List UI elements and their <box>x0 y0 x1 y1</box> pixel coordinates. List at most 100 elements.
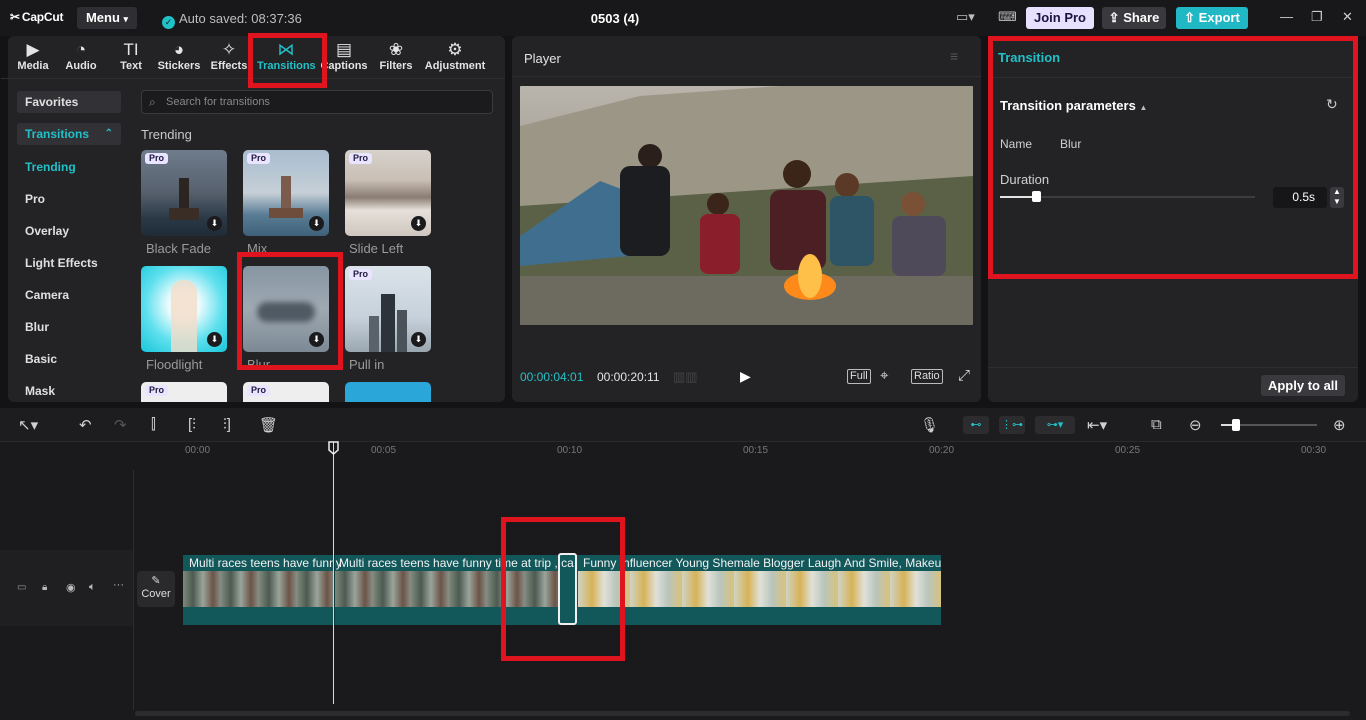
minimize-icon[interactable]: — <box>1280 9 1293 24</box>
lock-icon[interactable]: 🔒︎ <box>42 582 47 593</box>
current-timecode: 00:00:04:01 <box>520 370 584 384</box>
share-icon: ⇪ <box>1108 10 1120 25</box>
transition-thumb-partial[interactable]: Pro <box>141 382 227 402</box>
sidebar-item-label: Transitions <box>25 127 90 141</box>
transition-thumb-black-fade[interactable]: Pro ⬇ <box>141 150 227 236</box>
ruler-label: 00:00 <box>185 445 211 456</box>
transition-thumb-partial[interactable] <box>345 382 431 402</box>
captions-icon: ▤ <box>335 40 353 59</box>
download-icon[interactable]: ⬇ <box>207 332 222 347</box>
transition-thumb-pull-in[interactable]: Pro ⬇ <box>345 266 431 352</box>
sidebar-item-overlay[interactable]: Overlay <box>17 220 121 242</box>
sidebar-item-basic[interactable]: Basic <box>17 348 121 370</box>
timeline-ruler[interactable]: 00:00 00:05 00:10 00:15 00:20 00:25 00:3… <box>0 442 1366 458</box>
tab-label: Filters <box>379 60 413 72</box>
tab-adjustment[interactable]: ⚙ Adjustment <box>424 40 486 72</box>
eye-icon[interactable]: ◉ <box>66 581 76 594</box>
share-button[interactable]: ⇪ Share <box>1102 7 1166 29</box>
split-icon[interactable]: ⫿ <box>151 416 156 433</box>
picture-in-picture-icon[interactable]: ⧉ <box>1151 416 1162 433</box>
tab-stickers[interactable]: ◕ Stickers <box>155 40 203 72</box>
ruler-label: 00:25 <box>1115 445 1141 456</box>
player-title: Player <box>524 51 561 66</box>
menu-button[interactable]: Menu ▾ <box>77 7 137 29</box>
pro-badge: Pro <box>247 153 271 164</box>
chevron-up-icon: ⌃ <box>104 128 113 139</box>
sidebar-item-mask[interactable]: Mask <box>17 380 121 402</box>
speaker-icon[interactable]: 🔈︎ <box>89 581 96 594</box>
full-button[interactable]: Full <box>847 369 871 384</box>
media-icon: ▶ <box>26 40 40 59</box>
tab-text[interactable]: TI Text <box>107 40 155 72</box>
cover-button[interactable]: ✎ Cover <box>137 571 175 607</box>
sidebar-item-blur[interactable]: Blur <box>17 316 121 338</box>
sidebar-item-favorites[interactable]: Favorites <box>17 91 121 113</box>
zoom-in-icon[interactable]: ⊕ <box>1333 416 1346 434</box>
select-tool-icon[interactable]: ↖▾ <box>18 416 38 434</box>
auto-snap-icon[interactable]: ⋮⊶ <box>999 416 1025 434</box>
undo-icon[interactable]: ↶ <box>79 416 92 434</box>
sidebar-item-pro[interactable]: Pro <box>17 188 121 210</box>
delete-icon[interactable]: 🗑 <box>259 416 278 434</box>
download-icon[interactable]: ⬇ <box>207 216 222 231</box>
close-icon[interactable]: ✕ <box>1342 9 1353 25</box>
tab-audio[interactable]: ◔ Audio <box>57 40 105 72</box>
hamburger-icon[interactable]: ≡ <box>950 48 958 64</box>
timeline-scrollbar[interactable] <box>135 711 1350 716</box>
playhead-handle[interactable] <box>328 441 339 455</box>
sidebar-item-transitions[interactable]: Transitions ⌃ <box>17 123 121 145</box>
keyboard-icon[interactable]: ⌨ <box>998 9 1017 27</box>
tab-filters[interactable]: ❀ Filters <box>372 40 420 72</box>
export-button[interactable]: ⇧ Export <box>1176 7 1248 29</box>
download-icon[interactable]: ⬇ <box>309 216 324 231</box>
ratio-button[interactable]: Ratio <box>911 369 943 384</box>
building-shape <box>369 316 379 352</box>
search-icon: ⌕ <box>149 95 156 109</box>
trim-left-icon[interactable]: [⫶ <box>188 416 196 433</box>
layout-icon[interactable]: ▭▾ <box>956 9 975 27</box>
building-shape <box>397 310 407 352</box>
transition-label: Black Fade <box>146 241 212 256</box>
sidebar-item-light-effects[interactable]: Light Effects <box>17 252 121 274</box>
redo-icon[interactable]: ↷ <box>114 416 127 434</box>
rock-shape <box>269 208 303 218</box>
microphone-icon[interactable]: 🎙 <box>920 416 939 434</box>
search-input[interactable]: ⌕ Search for transitions <box>141 90 493 114</box>
track-divider <box>133 470 134 710</box>
download-icon[interactable]: ⬇ <box>411 332 426 347</box>
zoom-slider-handle[interactable] <box>1232 419 1240 431</box>
maximize-icon[interactable]: ❐ <box>1311 9 1323 25</box>
trim-right-icon[interactable]: ⫶] <box>223 416 231 433</box>
playhead-line[interactable] <box>333 442 334 704</box>
sidebar-item-camera[interactable]: Camera <box>17 284 121 306</box>
clip-filmstrip <box>578 571 941 607</box>
apply-to-all-button[interactable]: Apply to all <box>1261 375 1345 396</box>
more-icon[interactable]: ··· <box>113 579 124 591</box>
tab-label: Effects <box>210 60 248 72</box>
focus-icon[interactable]: ⌖ <box>880 367 888 384</box>
play-icon[interactable]: ▶ <box>740 368 751 385</box>
transition-thumb-partial[interactable]: Pro <box>243 382 329 402</box>
audio-icon: ◔ <box>75 40 87 59</box>
sidebar-item-label: Favorites <box>25 95 79 109</box>
fullscreen-icon[interactable]: ⤢ <box>958 367 970 384</box>
link-icon[interactable]: ⊶▾ <box>1035 416 1075 434</box>
join-pro-button[interactable]: Join Pro <box>1026 7 1094 29</box>
download-icon[interactable]: ⬇ <box>411 216 426 231</box>
capcut-logo: ✂ CapCut <box>10 10 64 24</box>
tab-captions[interactable]: ▤ Captions <box>320 40 368 72</box>
transition-thumb-mix[interactable]: Pro ⬇ <box>243 150 329 236</box>
sidebar-item-trending[interactable]: Trending <box>17 156 121 178</box>
track-video-icon[interactable]: ▭ <box>17 582 26 593</box>
transition-thumb-floodlight[interactable]: ⬇ <box>141 266 227 352</box>
video-preview[interactable] <box>520 86 973 325</box>
tab-effects[interactable]: ✧ Effects <box>205 40 253 72</box>
preview-axis-icon[interactable]: ⇤▾ <box>1087 416 1107 434</box>
ruler-label: 00:10 <box>557 445 583 456</box>
transition-label: Slide Left <box>349 241 404 256</box>
zoom-out-icon[interactable]: ⊖ <box>1189 416 1202 434</box>
transition-thumb-slide-left[interactable]: Pro ⬇ <box>345 150 431 236</box>
tab-media[interactable]: ▶ Media <box>9 40 57 72</box>
sidebar-item-label: Pro <box>25 192 46 206</box>
main-track-magnet-icon[interactable]: ⊷ <box>963 416 989 434</box>
